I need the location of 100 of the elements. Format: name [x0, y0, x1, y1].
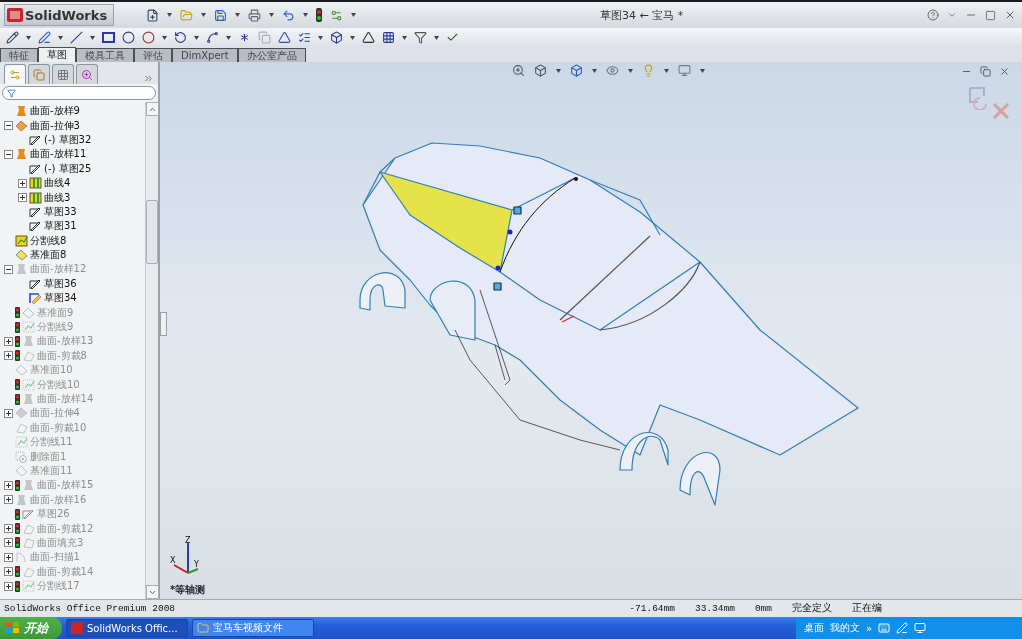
caret-icon[interactable] — [350, 35, 355, 40]
spline-icon[interactable] — [206, 31, 219, 44]
print-icon[interactable] — [248, 8, 262, 22]
expand-toggle[interactable] — [4, 265, 13, 274]
tree-item-label[interactable]: 曲面-拉伸3 — [30, 118, 80, 133]
tree-item-label[interactable]: 曲面-剪裁14 — [37, 564, 94, 579]
caret-icon[interactable] — [556, 68, 561, 73]
caret-icon[interactable] — [201, 13, 207, 17]
traffic-light-icon[interactable] — [316, 8, 323, 22]
expand-toggle[interactable] — [4, 524, 13, 533]
expand-toggle[interactable] — [4, 480, 13, 490]
options-icon[interactable] — [330, 8, 344, 22]
tree-item-label[interactable]: 曲面-放样14 — [37, 392, 94, 406]
command-tab[interactable]: 草图 — [38, 47, 76, 62]
configuration-tab[interactable] — [52, 64, 74, 84]
caret-icon[interactable] — [235, 13, 241, 17]
scrollbar[interactable] — [145, 102, 158, 599]
expand-toggle[interactable] — [4, 581, 13, 591]
expand-toggle[interactable] — [4, 538, 13, 548]
view-orientation-icon[interactable] — [534, 64, 547, 77]
expand-toggle[interactable] — [4, 336, 13, 346]
tree-item-label[interactable]: (-) 草图25 — [44, 161, 92, 176]
tree-item-label[interactable]: 草图36 — [44, 276, 77, 291]
circle-icon[interactable] — [142, 31, 155, 44]
tree-item-label[interactable]: 草图31 — [44, 219, 77, 234]
tree-item-label[interactable]: 基准面11 — [30, 463, 73, 478]
taskbar-button[interactable]: 宝马车视频文件 — [192, 619, 314, 637]
command-tab[interactable]: 模具工具 — [76, 48, 134, 62]
command-tab[interactable]: 评估 — [134, 48, 172, 62]
scroll-thumb[interactable] — [146, 200, 158, 264]
tree-item-label[interactable]: 基准面10 — [30, 363, 73, 378]
filter-icon[interactable] — [7, 88, 16, 98]
tree-item-label[interactable]: (-) 草图32 — [44, 132, 92, 147]
caret-icon[interactable] — [351, 13, 357, 17]
expand-toggle[interactable] — [4, 495, 13, 505]
caret-icon[interactable] — [58, 35, 63, 40]
caret-icon[interactable] — [592, 68, 597, 73]
close-icon[interactable] — [1004, 9, 1016, 21]
dimxpert-tab[interactable] — [76, 64, 98, 84]
tree-item-label[interactable]: 分割线10 — [37, 377, 80, 392]
pattern-icon[interactable] — [382, 31, 395, 44]
undo-icon[interactable] — [282, 8, 296, 22]
caret-icon[interactable] — [162, 35, 167, 40]
tree-item-label[interactable]: 草图34 — [44, 291, 77, 306]
expand-panel-icon[interactable] — [143, 73, 154, 84]
tree-item-label[interactable]: 曲面-拉伸4 — [30, 406, 80, 421]
caret-icon[interactable] — [90, 35, 95, 40]
tree-item-label[interactable]: 草图33 — [44, 204, 77, 219]
tree-item-label[interactable]: 分割线17 — [37, 579, 80, 594]
pen-icon[interactable] — [896, 622, 908, 634]
tree-item-label[interactable]: 曲面-放样16 — [30, 492, 87, 507]
start-button[interactable]: 开始 — [0, 617, 62, 639]
tree-item-label[interactable]: 曲面-放样9 — [30, 104, 80, 119]
help-icon[interactable] — [927, 9, 939, 21]
expand-toggle[interactable] — [18, 193, 27, 203]
smart-dimension-icon[interactable] — [38, 31, 51, 44]
expand-toggle[interactable] — [4, 351, 13, 361]
tree-item-label[interactable]: 曲线3 — [44, 190, 71, 205]
save-icon[interactable] — [214, 8, 228, 22]
expand-toggle[interactable] — [4, 552, 13, 562]
filter-field[interactable] — [2, 86, 156, 100]
tree-item-label[interactable]: 曲面-放样12 — [30, 262, 87, 277]
circle-icon[interactable] — [122, 31, 135, 44]
maximize-icon[interactable] — [985, 9, 996, 21]
keyboard-icon[interactable] — [878, 622, 890, 634]
point-icon[interactable] — [238, 31, 251, 44]
command-tab[interactable]: 特征 — [0, 48, 38, 62]
graphics-viewport[interactable]: Z X Y *等轴测 — [160, 62, 1022, 599]
caret-icon[interactable] — [167, 13, 173, 17]
hide-show-icon[interactable] — [606, 64, 619, 77]
caret-icon[interactable] — [664, 68, 669, 73]
tree-item-label[interactable]: 曲面-剪裁10 — [30, 420, 87, 435]
tree-item-label[interactable]: 基准面9 — [37, 305, 74, 320]
caret-icon[interactable] — [402, 35, 407, 40]
expand-toggle[interactable] — [4, 149, 13, 159]
caret-icon[interactable] — [434, 35, 439, 40]
tree-item-label[interactable]: 分割线8 — [30, 233, 67, 248]
tree-item-label[interactable]: 曲面-放样11 — [30, 147, 87, 162]
view-settings-icon[interactable] — [678, 64, 691, 77]
caret-icon[interactable] — [194, 35, 199, 40]
zoom-icon[interactable] — [512, 64, 525, 77]
close-icon[interactable] — [999, 66, 1010, 77]
display-style-icon[interactable] — [570, 64, 583, 77]
tree-item-label[interactable]: 曲面-剪裁12 — [37, 521, 94, 536]
tree-item-label[interactable]: 草图26 — [37, 507, 70, 522]
arc-icon[interactable] — [174, 31, 187, 44]
caret-icon[interactable] — [303, 13, 309, 17]
app-logo[interactable]: SolidWorks — [4, 4, 115, 26]
tree-item-label[interactable]: 曲面-剪裁8 — [37, 348, 87, 363]
expand-toggle[interactable] — [4, 567, 13, 577]
tree-item-label[interactable]: 曲面-放样15 — [37, 478, 94, 493]
tree-item-label[interactable]: 曲面-放样13 — [37, 334, 94, 349]
quick-launch-text[interactable]: » — [865, 622, 872, 634]
caret-icon[interactable] — [628, 68, 633, 73]
feature-manager-tab[interactable] — [4, 64, 26, 84]
new-file-icon[interactable] — [146, 8, 160, 22]
quick-launch-text[interactable]: 我的文 — [829, 621, 860, 635]
tree-item-label[interactable]: 分割线9 — [37, 320, 74, 335]
caret-icon[interactable] — [269, 13, 275, 17]
restore-icon[interactable] — [980, 66, 991, 77]
